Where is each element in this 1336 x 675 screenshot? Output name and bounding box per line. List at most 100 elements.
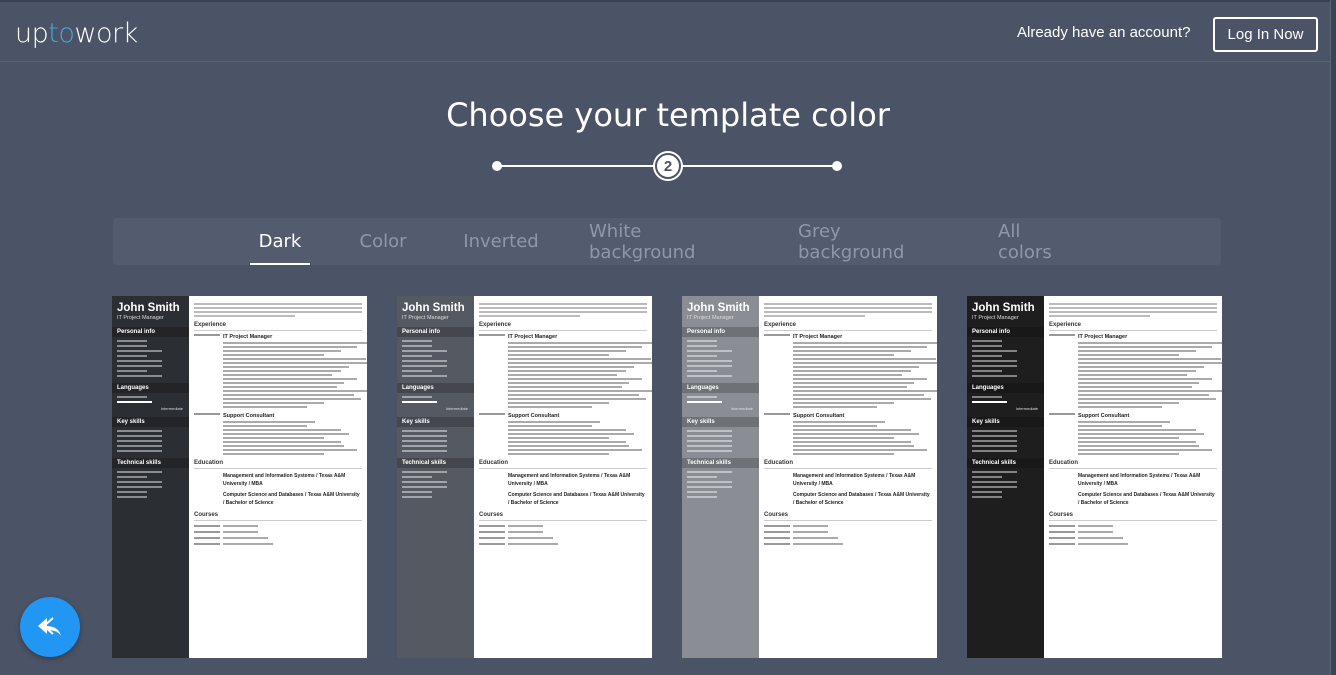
text-line — [508, 398, 646, 400]
resume-side-section: Key skills — [967, 417, 1044, 427]
language-level: Intermediate — [730, 406, 753, 411]
text-line — [402, 345, 432, 347]
text-line — [117, 360, 162, 362]
text-line — [972, 435, 1017, 437]
text-line — [687, 476, 717, 478]
text-line — [402, 370, 432, 372]
resume-main: Experience IT Project Manager Support Cons… — [479, 301, 652, 549]
text-line — [972, 450, 1017, 452]
text-line — [1078, 358, 1221, 360]
text-line — [508, 437, 609, 439]
resume-main: Experience IT Project Manager Support Cons… — [1049, 301, 1222, 549]
text-line — [793, 441, 911, 443]
text-line — [793, 449, 928, 451]
text-line — [402, 365, 447, 367]
text-line — [117, 450, 162, 452]
resume-side-section: Technical skills — [682, 458, 759, 468]
text-line — [508, 525, 543, 527]
text-line — [223, 402, 324, 404]
text-line — [972, 375, 1017, 377]
text-line — [1078, 531, 1113, 533]
summary-line — [1049, 311, 1217, 313]
logo[interactable]: uptowork — [15, 18, 138, 49]
text-line — [1078, 425, 1162, 427]
text-line — [117, 476, 147, 478]
back-button[interactable] — [20, 597, 80, 657]
text-line — [402, 340, 432, 342]
date — [1049, 334, 1075, 336]
text-line — [972, 481, 1017, 483]
template-card[interactable]: John Smith IT Project Manager Personal in… — [967, 296, 1222, 658]
text-line — [508, 453, 609, 455]
date — [194, 543, 220, 545]
text-line — [508, 362, 652, 364]
job-title: Support Consultant — [508, 413, 560, 419]
resume-side-section: Technical skills — [967, 458, 1044, 468]
text-line — [793, 366, 919, 368]
tab-inverted[interactable]: Inverted — [460, 218, 542, 265]
resume-section-title: Education — [1049, 460, 1217, 469]
template-card[interactable]: John Smith IT Project Manager Personal in… — [112, 296, 367, 658]
text-line — [1078, 342, 1222, 344]
text-line — [1078, 421, 1171, 423]
text-line — [402, 491, 432, 493]
text-line — [402, 440, 447, 442]
job-title: Support Consultant — [793, 413, 845, 419]
text-line — [1078, 378, 1213, 380]
resume-side-section: Key skills — [682, 417, 759, 427]
template-card[interactable]: John Smith IT Project Manager Personal in… — [682, 296, 937, 658]
template-card[interactable]: John Smith IT Project Manager Personal in… — [397, 296, 652, 658]
text-line — [793, 370, 911, 372]
text-line — [793, 398, 931, 400]
text-line — [117, 340, 147, 342]
text-line — [223, 537, 268, 539]
text-line — [508, 449, 643, 451]
tab-dark[interactable]: Dark — [250, 218, 310, 265]
text-line — [117, 355, 147, 357]
date — [1049, 413, 1075, 415]
text-line — [793, 453, 894, 455]
text-line — [793, 421, 886, 423]
progress-stepper: 2 — [492, 153, 842, 179]
text-line — [1078, 441, 1196, 443]
text-line — [117, 486, 162, 488]
resume-side-section: Languages — [967, 383, 1044, 393]
text-line — [793, 342, 937, 344]
summary-line — [194, 315, 295, 317]
tab-color[interactable]: Color — [353, 218, 413, 265]
text-line — [687, 496, 717, 498]
date — [194, 525, 220, 527]
text-line — [687, 450, 732, 452]
text-line — [402, 486, 447, 488]
text-line — [402, 496, 432, 498]
summary-line — [194, 307, 362, 309]
text-line — [508, 537, 553, 539]
job-title: Support Consultant — [1078, 413, 1130, 419]
tab-white-background[interactable]: White background — [589, 218, 749, 265]
text-line — [1078, 543, 1128, 545]
date — [479, 334, 505, 336]
text-line — [402, 450, 447, 452]
text-line — [402, 360, 447, 362]
date — [764, 525, 790, 527]
education-entry: Computer Science and Databases / Texas A… — [508, 492, 645, 506]
text-line — [687, 396, 717, 398]
text-line — [687, 471, 732, 473]
text-line — [117, 481, 162, 483]
page-title: Choose your template color — [446, 96, 890, 134]
text-line — [1078, 362, 1222, 364]
text-line — [793, 433, 919, 435]
text-line — [508, 366, 634, 368]
login-button[interactable]: Log In Now — [1213, 17, 1318, 52]
tab-grey-background[interactable]: Grey background — [798, 218, 948, 265]
resume-section-title: Experience — [194, 322, 362, 331]
language-level: Intermediate — [1015, 406, 1038, 411]
text-line — [117, 375, 162, 377]
tab-all-colors[interactable]: All colors — [998, 218, 1078, 265]
text-line — [793, 374, 903, 376]
text-line — [1078, 449, 1213, 451]
text-line — [117, 430, 162, 432]
current-step: 2 — [655, 153, 681, 179]
logo-part: work — [74, 18, 138, 49]
text-line — [223, 531, 258, 533]
